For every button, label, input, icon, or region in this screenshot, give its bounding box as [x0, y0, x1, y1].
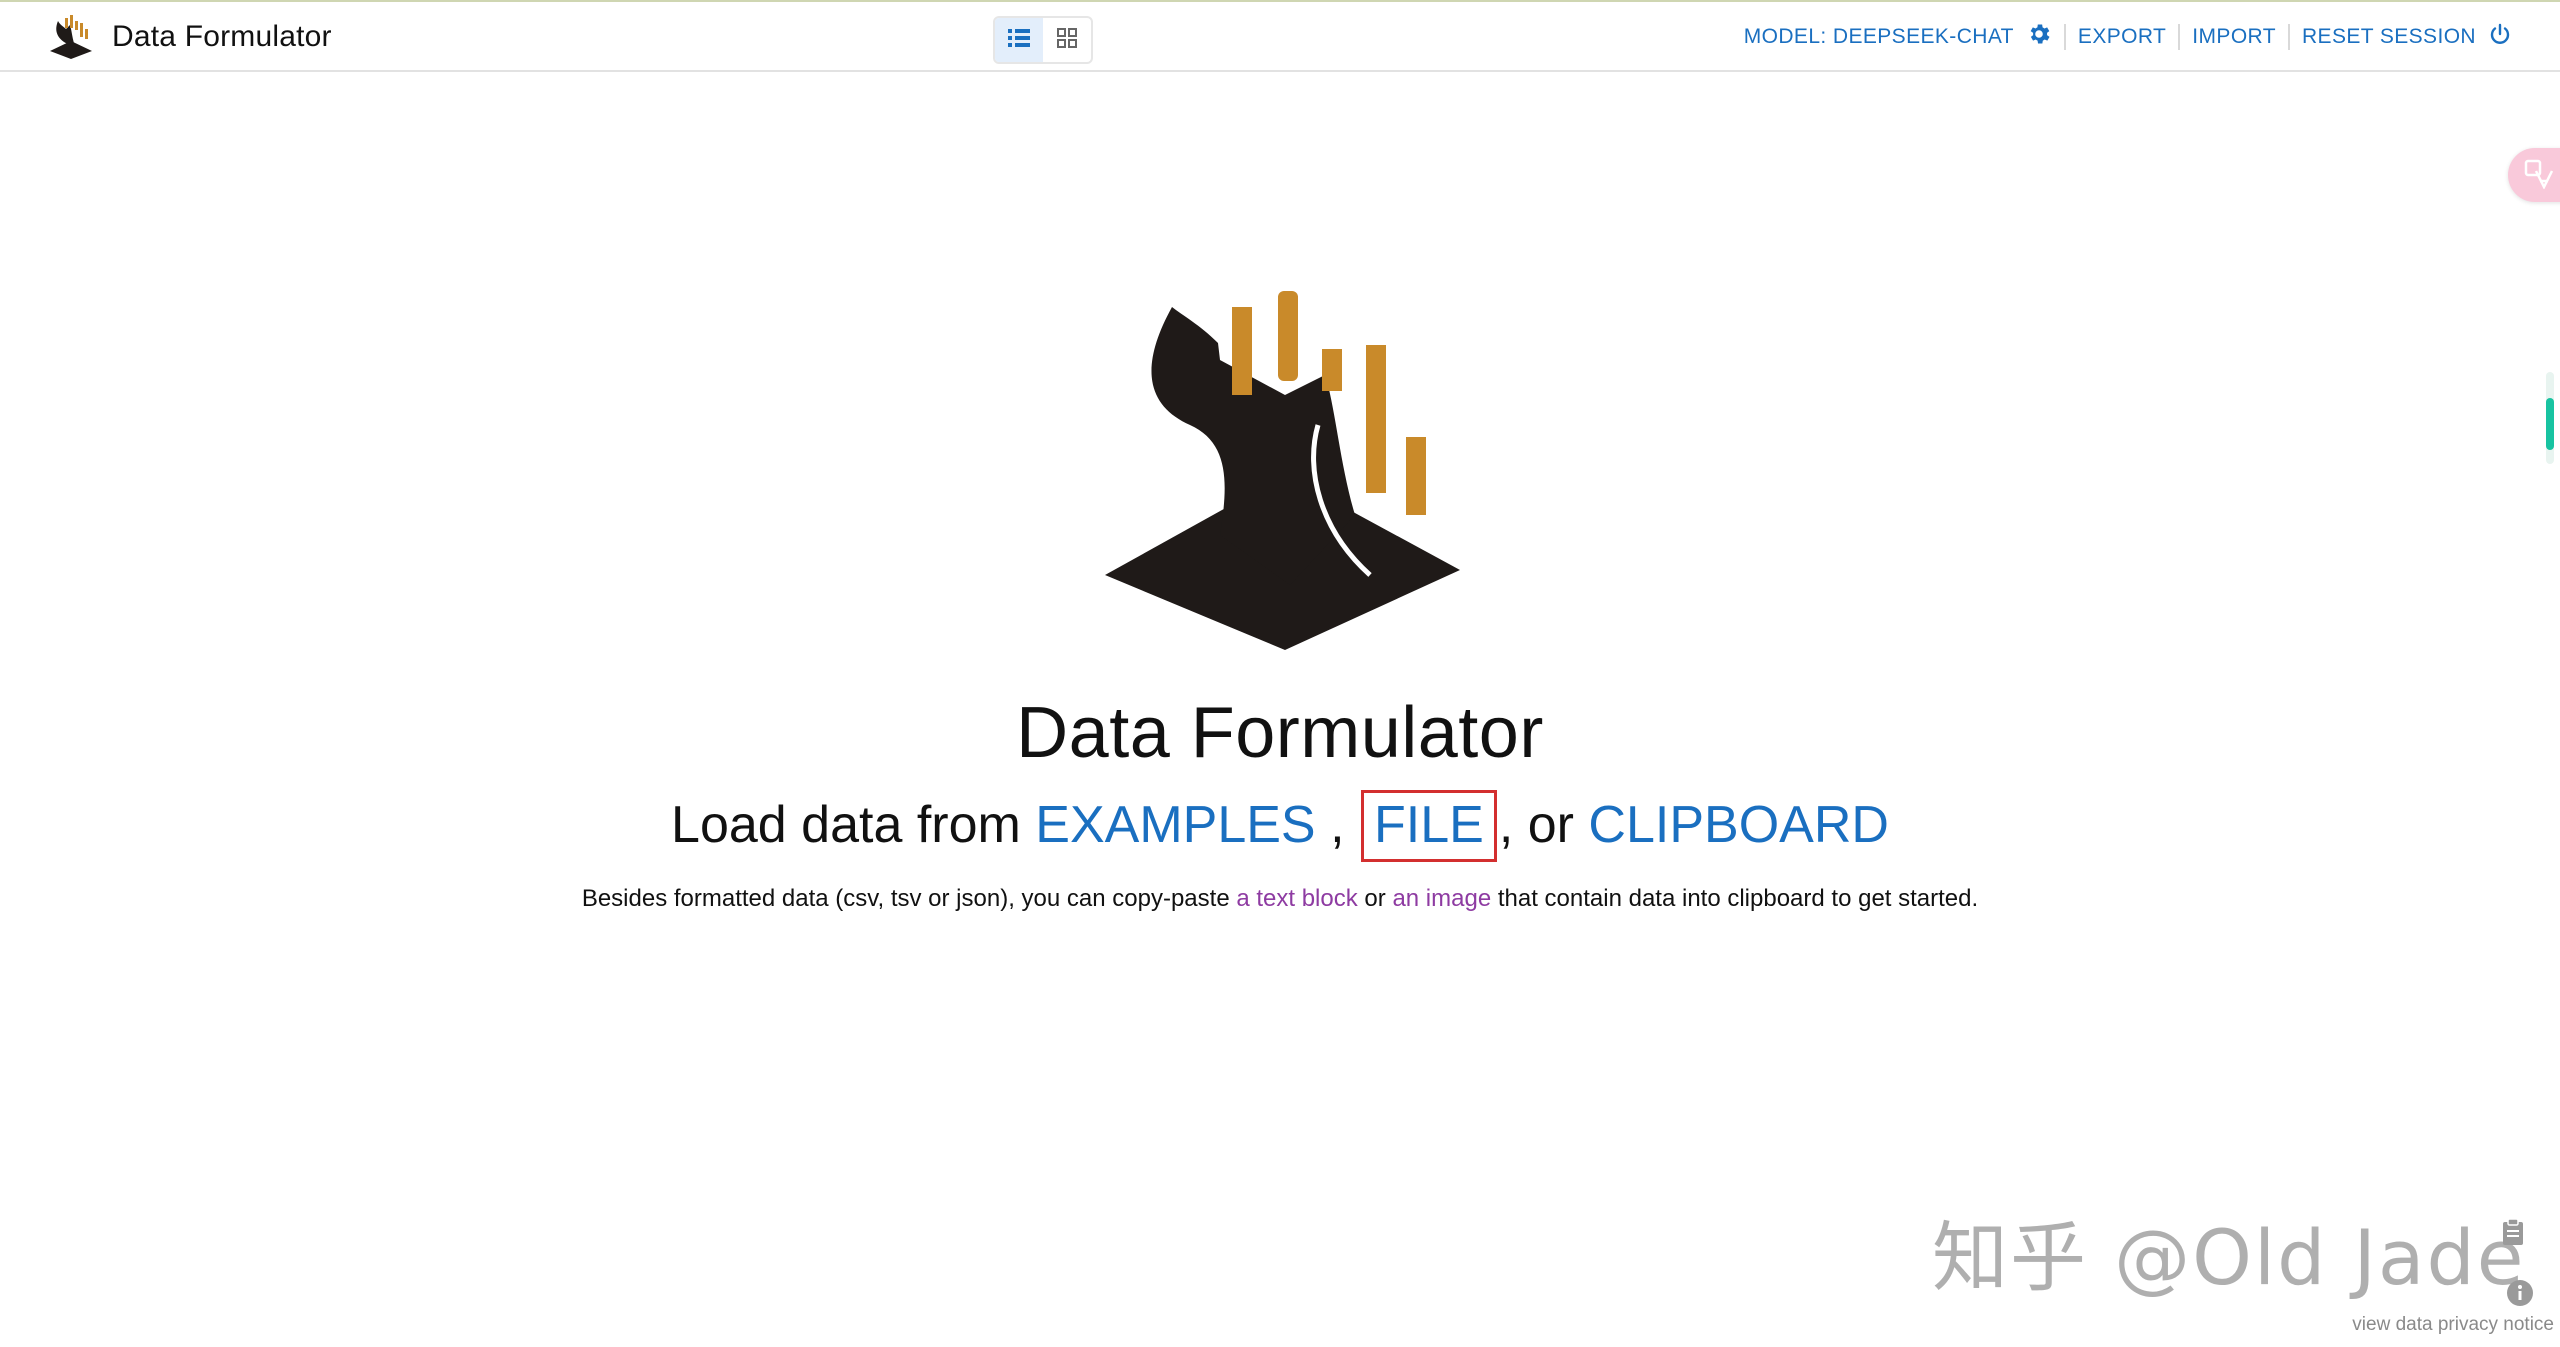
examples-link[interactable]: EXAMPLES	[1035, 796, 1315, 854]
gear-icon[interactable]	[2026, 21, 2052, 53]
side-scroll-indicator[interactable]	[2546, 372, 2554, 464]
grid-view-icon	[1056, 27, 1078, 54]
list-view-icon	[1007, 27, 1031, 54]
info-icon[interactable]	[2505, 1278, 2535, 1308]
grid-view-button[interactable]	[1043, 18, 1091, 62]
helper-prefix: Besides formatted data (csv, tsv or json…	[581, 885, 1230, 912]
app-title: Data Formulator	[112, 20, 332, 53]
import-button[interactable]: IMPORT	[2180, 25, 2288, 49]
scroll-thumb[interactable]	[2546, 398, 2554, 450]
app-bar: Data Formulator MODEL: DEEPSEEK-CHAT EXP…	[0, 2, 2560, 72]
reset-session-button[interactable]: RESET SESSION	[2290, 22, 2524, 52]
view-mode-toggle	[993, 16, 1093, 64]
brand[interactable]: Data Formulator	[48, 14, 332, 60]
clipboard-icon	[2502, 1218, 2524, 1246]
file-link[interactable]: FILE	[1360, 790, 1497, 862]
reset-session-label: RESET SESSION	[2301, 25, 2476, 48]
export-button[interactable]: EXPORT	[2066, 25, 2178, 49]
import-label: IMPORT	[2192, 25, 2276, 48]
export-label: EXPORT	[2077, 25, 2167, 48]
privacy-notice-link[interactable]: view data privacy notice	[2352, 1314, 2554, 1336]
hero-logo-icon	[1100, 285, 1470, 655]
model-label: MODEL: DEEPSEEK-CHAT	[1743, 25, 2014, 48]
hero-title: Data Formulator	[1016, 693, 1544, 773]
helper-mid: or	[1364, 885, 1386, 912]
text-block-link[interactable]: a text block	[1236, 885, 1357, 912]
app-logo-icon	[48, 15, 94, 59]
model-selector-button[interactable]: MODEL: DEEPSEEK-CHAT	[1732, 21, 2064, 53]
header-actions: MODEL: DEEPSEEK-CHAT EXPORT IMPORT RESET…	[1732, 14, 2524, 60]
load-data-line: Load data from EXAMPLES , FILE, or CLIPB…	[0, 790, 2560, 862]
separator: , or	[1498, 796, 1574, 854]
load-prefix: Load data from	[671, 796, 1021, 854]
list-view-button[interactable]	[995, 18, 1043, 62]
clipboard-link[interactable]: CLIPBOARD	[1588, 796, 1889, 854]
power-icon	[2488, 22, 2512, 52]
image-link[interactable]: an image	[1392, 885, 1491, 912]
separator: ,	[1315, 796, 1345, 854]
watermark-text: 知乎 @Old Jade	[1932, 1213, 2526, 1302]
helper-suffix: that contain data into clipboard to get …	[1497, 885, 1979, 912]
translate-extension-button[interactable]	[2508, 148, 2560, 202]
translate-icon	[2522, 157, 2554, 194]
helper-text: Besides formatted data (csv, tsv or json…	[0, 885, 2560, 913]
